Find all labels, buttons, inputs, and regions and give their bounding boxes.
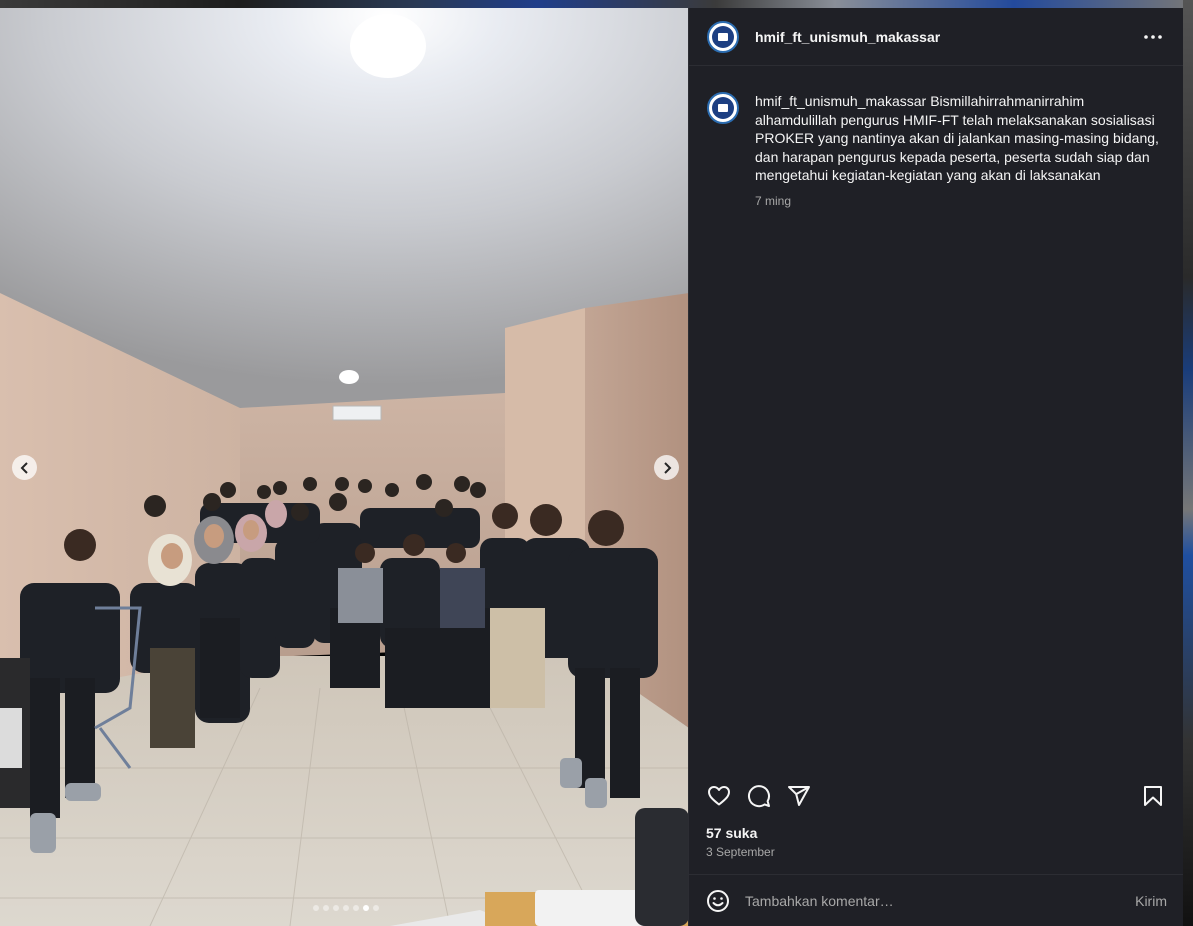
action-bar: [689, 782, 1183, 810]
caption-avatar[interactable]: [707, 92, 739, 124]
paper-plane-icon: [788, 786, 810, 806]
avatar[interactable]: [707, 20, 739, 53]
comment-bar: Kirim: [689, 874, 1183, 926]
carousel-dot: [323, 905, 329, 911]
save-button[interactable]: [1139, 782, 1167, 810]
comment-bubble-icon: [748, 785, 770, 808]
share-button[interactable]: [785, 782, 813, 810]
post-header: hmif_ft_unismuh_makassar: [689, 8, 1183, 66]
comment-button[interactable]: [745, 782, 773, 810]
caption: hmif_ft_unismuh_makassar Bismillahirrahma…: [755, 92, 1165, 185]
carousel-next-button[interactable]: [654, 455, 679, 480]
carousel-dots: [313, 905, 379, 911]
caption-username[interactable]: hmif_ft_unismuh_makassar: [755, 93, 926, 109]
chevron-left-icon: [20, 461, 28, 474]
heart-icon: [708, 786, 730, 806]
post-date: 3 September: [706, 845, 775, 859]
post-modal: hmif_ft_unismuh_makassar hmif_ft_unismuh…: [0, 8, 1183, 926]
carousel-dot: [333, 905, 339, 911]
background-strip: [0, 0, 1193, 8]
carousel-dot: [343, 905, 349, 911]
like-button[interactable]: [705, 782, 733, 810]
chevron-right-icon: [663, 461, 671, 474]
smiley-icon: [707, 889, 729, 912]
carousel-dot: [373, 905, 379, 911]
carousel-prev-button[interactable]: [12, 455, 37, 480]
likes-count[interactable]: 57 suka: [706, 825, 757, 841]
post-photo: [0, 8, 688, 926]
caption-area: hmif_ft_unismuh_makassar Bismillahirrahma…: [689, 66, 1183, 208]
carousel-dot: [363, 905, 369, 911]
caption-timestamp: 7 ming: [755, 193, 792, 208]
post-comment-button[interactable]: Kirim: [1135, 893, 1167, 909]
more-horizontal-icon: [1144, 34, 1162, 39]
emoji-button[interactable]: [705, 888, 731, 914]
comment-input[interactable]: [743, 891, 1136, 910]
post-username[interactable]: hmif_ft_unismuh_makassar: [755, 29, 940, 45]
carousel-dot: [313, 905, 319, 911]
post-side-panel: hmif_ft_unismuh_makassar hmif_ft_unismuh…: [688, 8, 1183, 926]
background-right-edge: [1183, 0, 1193, 926]
carousel-dot: [353, 905, 359, 911]
post-media: [0, 8, 688, 926]
more-options-button[interactable]: [1141, 25, 1165, 49]
bookmark-icon: [1144, 786, 1162, 806]
